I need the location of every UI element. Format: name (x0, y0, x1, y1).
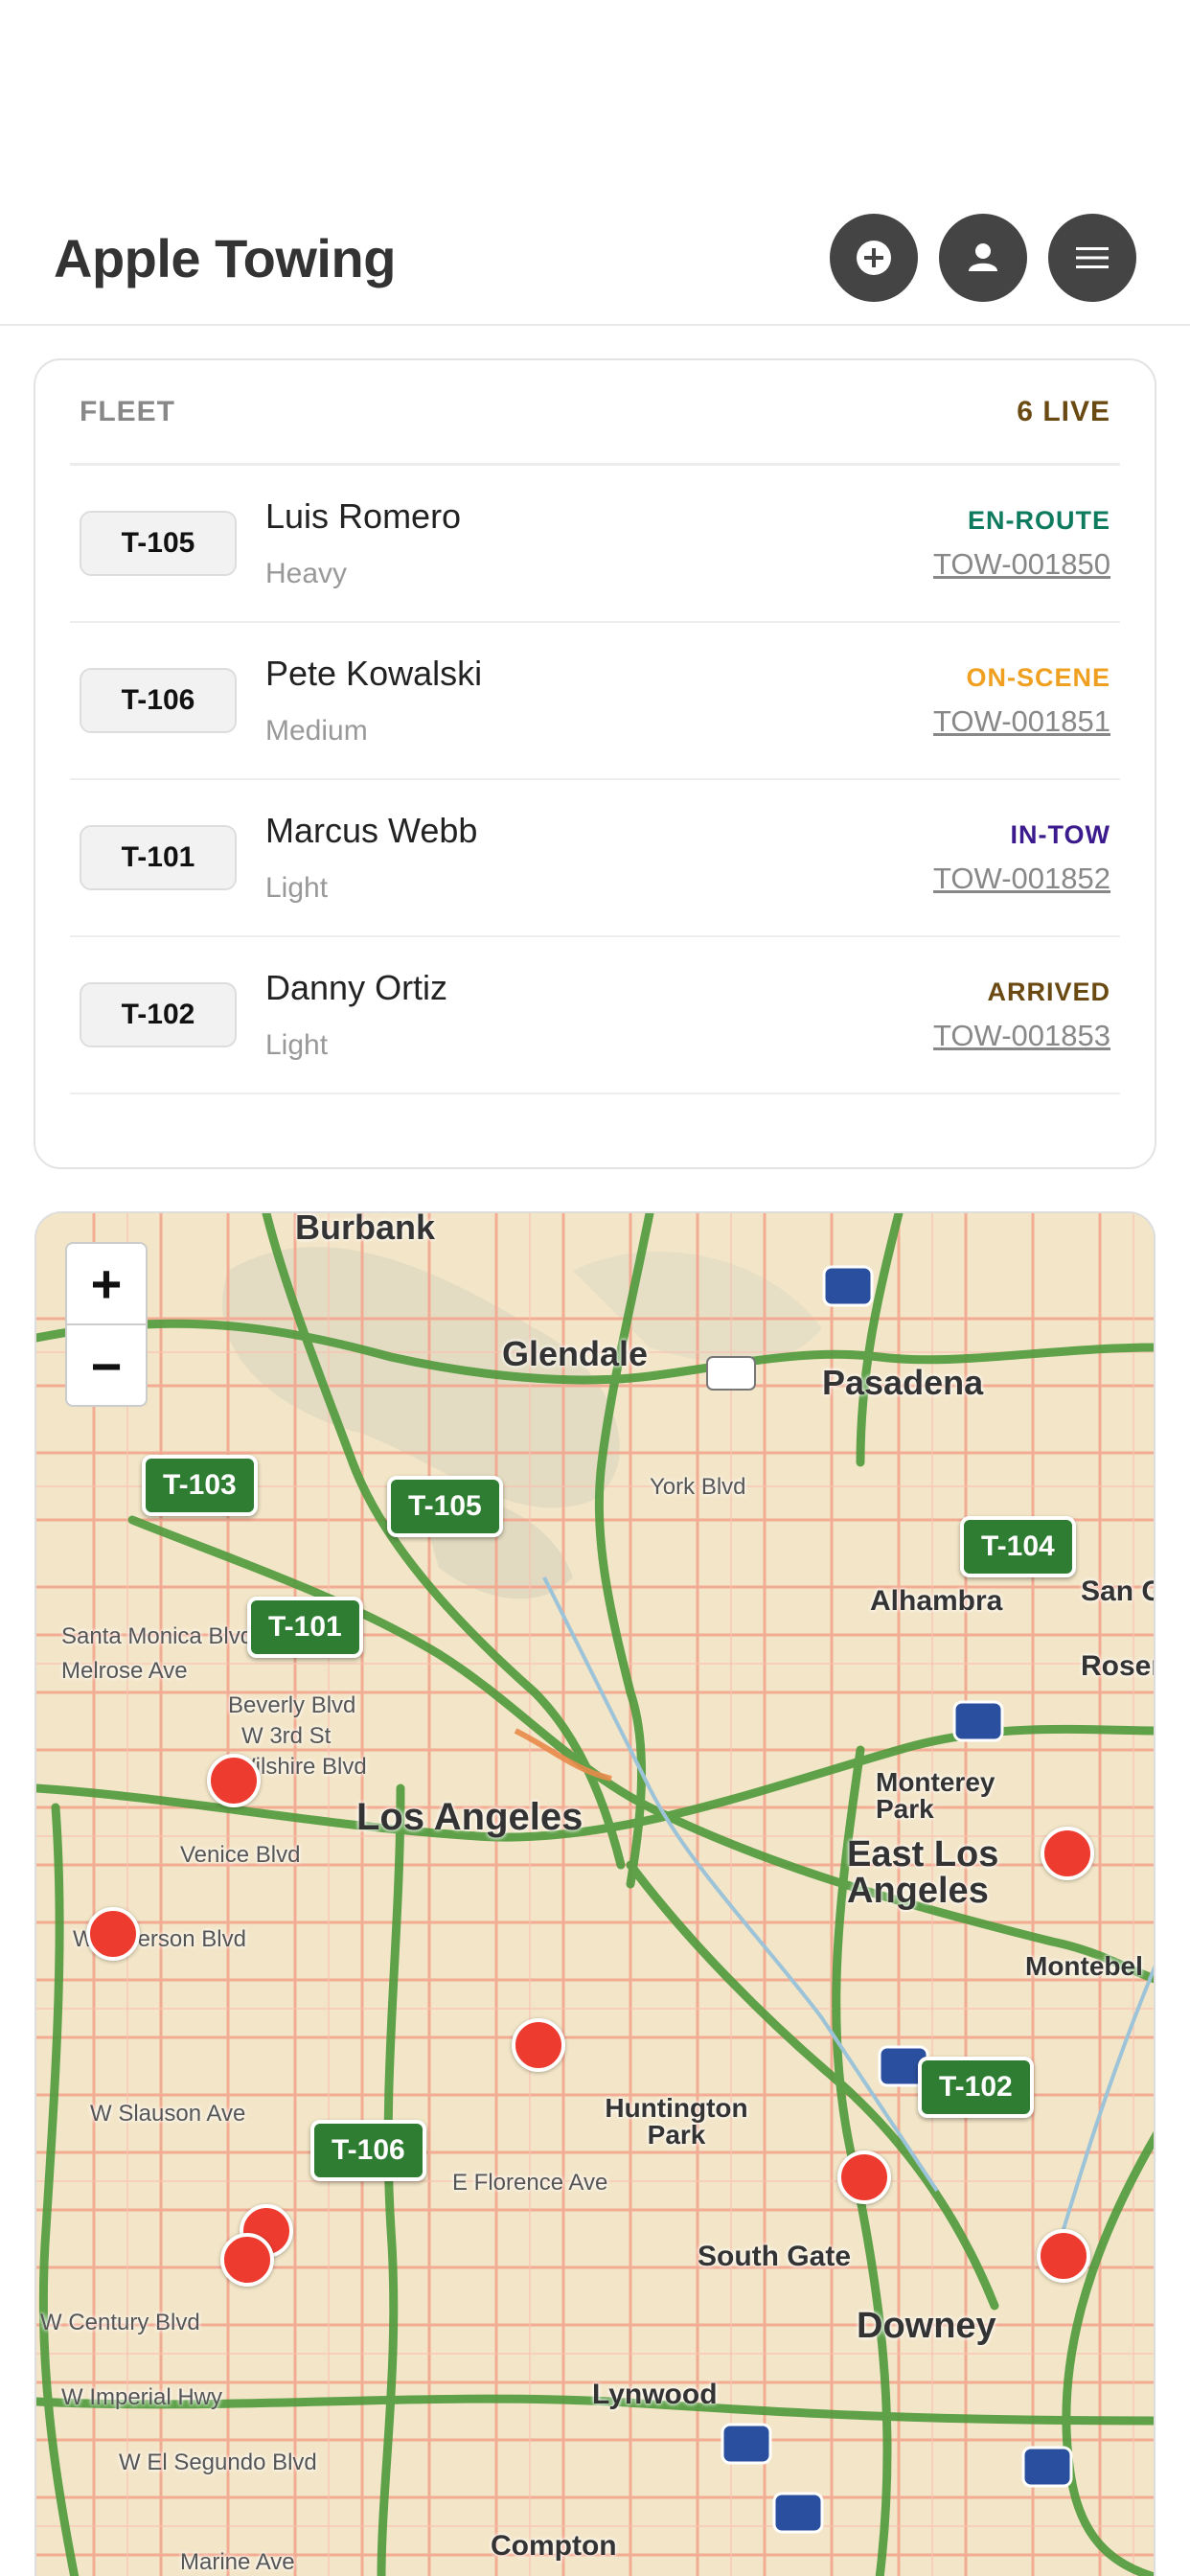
truck-marker[interactable]: T-103 (142, 1455, 258, 1516)
job-link[interactable]: TOW-001852 (933, 862, 1110, 896)
truck-badge: T-106 (80, 668, 237, 733)
zoom-out-button[interactable]: − (67, 1325, 146, 1405)
map-label-compton: Compton (491, 2530, 617, 2562)
map-label-santa-monica: Santa Monica Blvd (61, 1623, 254, 1649)
fleet-card: FLEET 6 LIVE T-105 Luis Romero Heavy EN-… (34, 358, 1156, 1169)
map-label-glendale: Glendale (502, 1334, 649, 1373)
map-label-melrose: Melrose Ave (61, 1658, 188, 1684)
fleet-map[interactable]: Burbank Glendale Pasadena Alhambra San G… (34, 1211, 1156, 2576)
map-label-los-angeles: Los Angeles (356, 1796, 584, 1838)
truck-marker[interactable]: T-102 (918, 2057, 1034, 2118)
map-label-imperial: W Imperial Hwy (61, 2384, 223, 2410)
job-marker[interactable] (1041, 1827, 1094, 1880)
add-icon (857, 241, 891, 275)
map-label-venice: Venice Blvd (180, 1842, 301, 1868)
map-label-east-la: East Los Angeles (847, 1834, 999, 1911)
profile-button[interactable] (939, 214, 1027, 302)
job-marker[interactable] (207, 1754, 261, 1807)
map-label-york: York Blvd (650, 1474, 746, 1500)
truck-marker[interactable]: T-104 (960, 1516, 1076, 1577)
job-marker[interactable] (1037, 2229, 1090, 2283)
job-status: IN-TOW (1010, 819, 1110, 849)
map-label-slauson: W Slauson Ave (90, 2101, 246, 2127)
menu-icon (1076, 247, 1109, 268)
menu-button[interactable] (1048, 214, 1136, 302)
app-header: Apple Towing (0, 192, 1190, 326)
truck-badge: T-102 (80, 982, 237, 1047)
job-status: EN-ROUTE (968, 505, 1110, 535)
map-label-monterey-park: Monterey Park (876, 1767, 995, 1824)
add-job-button[interactable] (830, 214, 918, 302)
zoom-in-button[interactable]: + (67, 1244, 146, 1325)
job-marker[interactable] (220, 2233, 274, 2287)
app-title: Apple Towing (54, 227, 396, 288)
job-status: ARRIVED (987, 977, 1110, 1006)
job-marker[interactable] (837, 2150, 891, 2204)
map-label-montebello: Montebel (1025, 1951, 1143, 1981)
map-label-burbank: Burbank (295, 1211, 436, 1247)
truck-marker[interactable]: T-106 (310, 2120, 426, 2181)
map-label-rosemead: Rosem (1081, 1650, 1154, 1682)
fleet-row[interactable]: T-102 Danny Ortiz Light ARRIVED TOW-0018… (70, 937, 1120, 1094)
truck-class: Light (265, 872, 329, 904)
map-label-florence: E Florence Ave (452, 2170, 608, 2196)
fleet-header: FLEET 6 LIVE (70, 360, 1120, 466)
job-status: ON-SCENE (966, 662, 1110, 692)
job-link[interactable]: TOW-001850 (933, 547, 1110, 582)
fleet-row[interactable]: T-105 Luis Romero Heavy EN-ROUTE TOW-001… (70, 466, 1120, 623)
map-label-third: W 3rd St (241, 1723, 332, 1749)
map-label-marine: Marine Ave (180, 2549, 295, 2575)
map-label-elsegundo: W El Segundo Blvd (119, 2450, 317, 2475)
zoom-control: + − (65, 1242, 148, 1407)
driver-name: Pete Kowalski (265, 654, 483, 693)
fleet-row[interactable]: T-106 Pete Kowalski Medium ON-SCENE TOW-… (70, 623, 1120, 780)
truck-marker[interactable]: T-101 (247, 1597, 363, 1658)
truck-badge: T-105 (80, 511, 237, 576)
job-link[interactable]: TOW-001851 (933, 704, 1110, 739)
truck-class: Heavy (265, 558, 348, 589)
fleet-row[interactable]: T-101 Marcus Webb Light IN-TOW TOW-00185… (70, 780, 1120, 937)
driver-name: Luis Romero (265, 496, 462, 536)
truck-class: Medium (265, 715, 368, 747)
job-marker[interactable] (512, 2018, 565, 2072)
user-icon (969, 243, 997, 271)
map-label-huntington-park: Huntington Park (605, 2093, 748, 2150)
map-label-alhambra: Alhambra (870, 1585, 1003, 1617)
map-label-south-gate: South Gate (698, 2241, 852, 2272)
truck-badge: T-101 (80, 825, 237, 890)
map-label-beverly: Beverly Blvd (228, 1692, 356, 1718)
map-label-pasadena: Pasadena (822, 1363, 984, 1402)
status-bar-area (0, 0, 1190, 192)
live-count: 6 LIVE (1017, 395, 1110, 427)
job-link[interactable]: TOW-001853 (933, 1019, 1110, 1053)
map-label-downey: Downey (857, 2306, 996, 2346)
map-label-san-g: San G (1081, 1576, 1154, 1607)
fleet-title: FLEET (80, 395, 175, 427)
map-label-century: W Century Blvd (40, 2310, 200, 2335)
truck-class: Light (265, 1029, 329, 1061)
map-label-lynwood: Lynwood (592, 2379, 718, 2410)
driver-name: Marcus Webb (265, 811, 478, 850)
truck-marker[interactable]: T-105 (387, 1476, 503, 1537)
driver-name: Danny Ortiz (265, 968, 448, 1007)
header-actions (830, 214, 1136, 302)
job-marker[interactable] (86, 1907, 140, 1961)
